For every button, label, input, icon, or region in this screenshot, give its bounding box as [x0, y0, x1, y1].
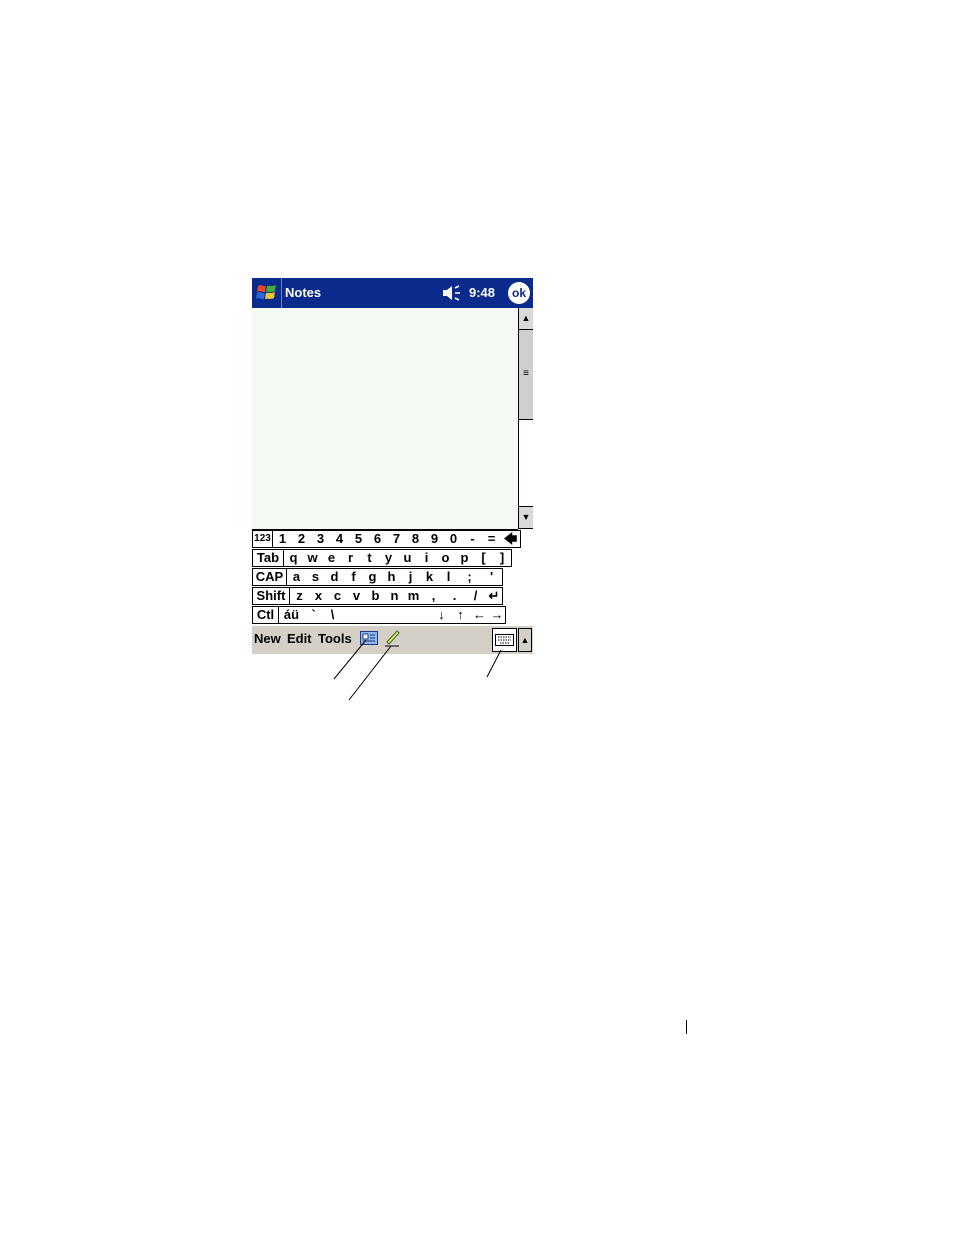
- callout-line-input-panel: [486, 649, 502, 678]
- callout-lines: [333, 639, 502, 701]
- callout-line-recording: [333, 639, 367, 680]
- page-margin-mark: [686, 1020, 687, 1034]
- callout-line-pen: [348, 645, 392, 701]
